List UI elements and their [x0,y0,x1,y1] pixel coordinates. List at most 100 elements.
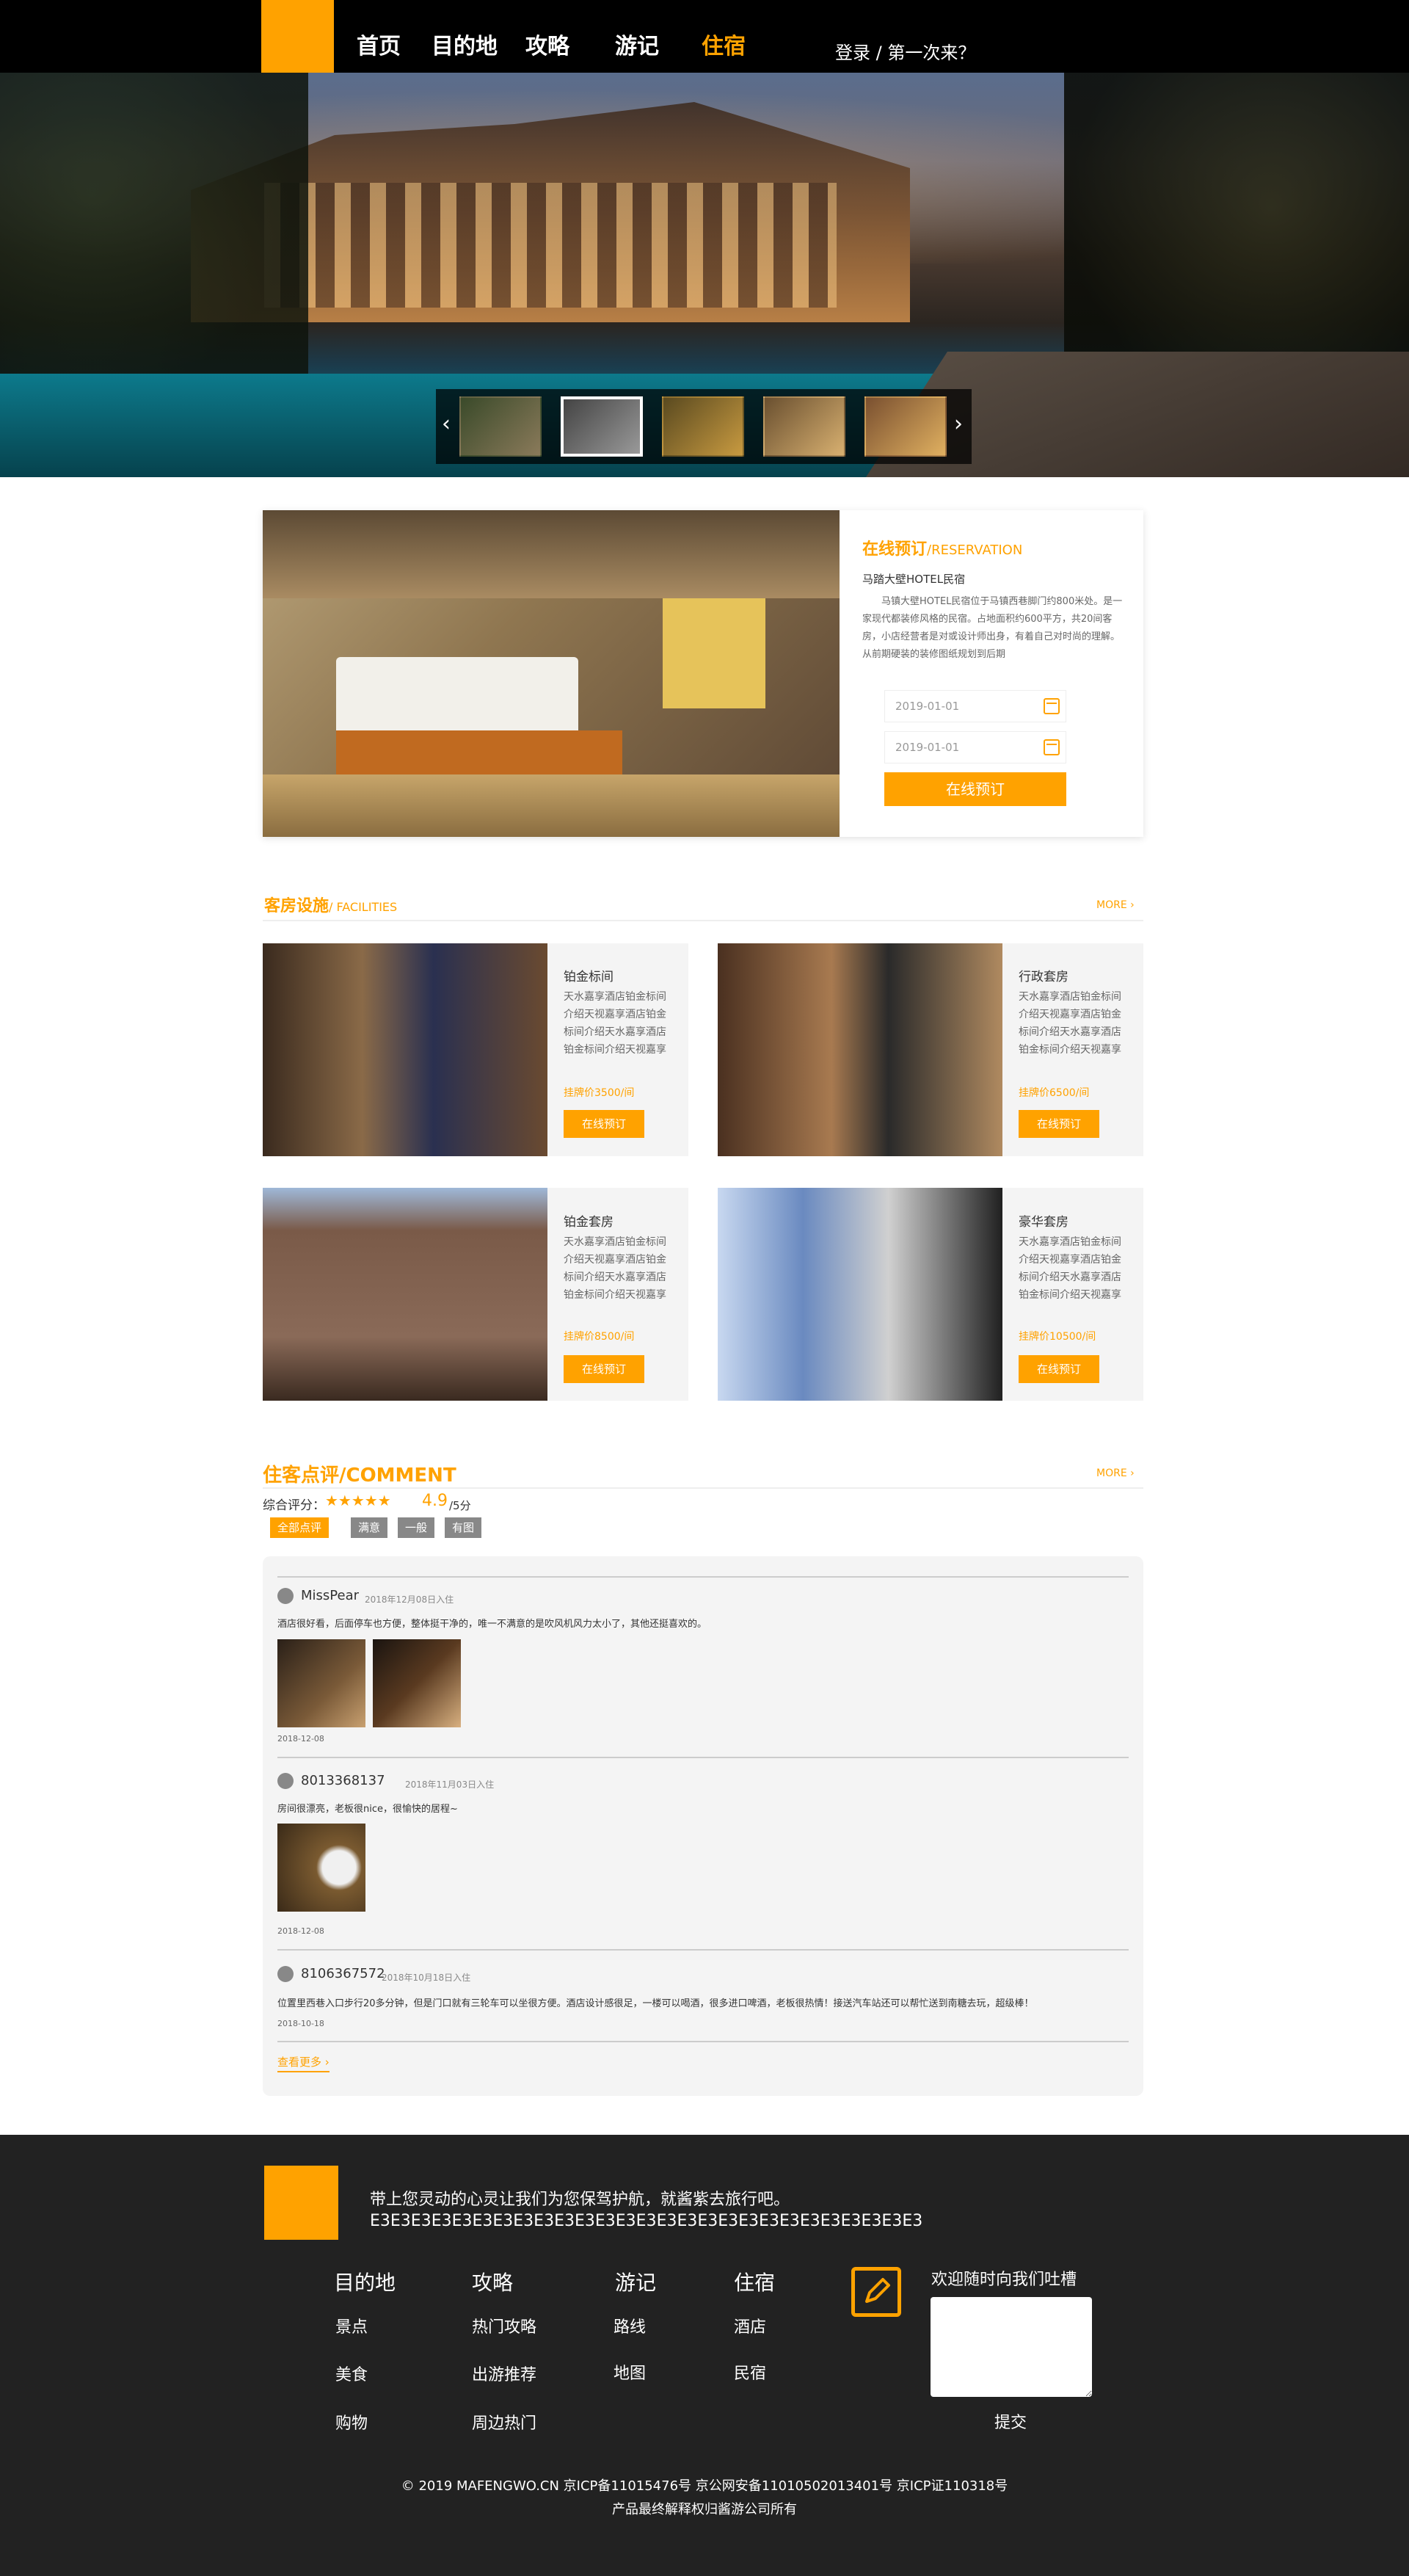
rating-score-unit: /5分 [449,1499,471,1512]
room-name: 行政套房 [1019,970,1068,984]
room-name: 铂金标间 [564,970,614,984]
room-description: 天水嘉享酒店铂金标间介绍天视嘉享酒店铂金标间介绍天水嘉享酒店铂金标间介绍天视嘉享… [564,991,666,1056]
hero-thumbnail-active[interactable] [561,396,643,457]
nav-item-destination[interactable]: 目的地 [432,28,498,60]
feedback-submit-button[interactable]: 提交 [994,2409,1027,2433]
rating-label: 综合评分： [263,1498,325,1513]
comment-date: 2018-12-08 [277,1734,324,1744]
room-book-button[interactable]: 在线预订 [1019,1355,1099,1383]
calendar-icon[interactable] [1044,698,1060,714]
room-image [263,1188,547,1401]
comment-stay-date: 2018年12月08日入住 [365,1594,454,1605]
comment-user[interactable]: 8106367572 [301,1966,385,1981]
chevron-left-icon[interactable]: ‹ [442,411,451,437]
filter-with-photos[interactable]: 有图 [445,1517,482,1538]
site-logo[interactable] [261,0,334,73]
facilities-title: 客房设施/ FACILITIES [264,897,398,915]
hero-thumbnail[interactable] [662,396,744,457]
hero-thumbnail-strip: ‹ › [436,389,972,464]
user-avatar-icon [277,1966,294,1982]
hotel-name: 马踏大壁HOTEL民宿 [862,573,966,586]
checkout-date-value: 2019-01-01 [895,741,960,754]
room-book-button[interactable]: 在线预订 [564,1355,644,1383]
comment-user[interactable]: 8013368137 [301,1773,385,1788]
room-book-button[interactable]: 在线预订 [1019,1110,1099,1138]
filter-all[interactable]: 全部点评 [270,1517,330,1538]
footer-slogan: 带上您灵动的心灵让我们为您保驾护航，就酱紫去旅行吧。 [370,2191,790,2209]
footer-link[interactable]: 民宿 [734,2360,766,2384]
chevron-right-icon[interactable]: › [954,411,963,437]
footer-link[interactable]: 热门攻略 [472,2314,536,2337]
footer-link[interactable]: 地图 [614,2360,646,2384]
calendar-icon[interactable] [1044,739,1060,755]
rating-score: 4.9 [422,1492,448,1510]
reserve-button[interactable]: 在线预订 [884,772,1066,806]
room-carpet [263,774,840,837]
see-more-comments-link[interactable]: 查看更多 › [277,2054,330,2072]
footer-link[interactable]: 购物 [335,2410,368,2434]
hero-thumbnail[interactable] [864,396,947,457]
facilities-divider [263,920,1143,921]
comment-stay-date: 2018年11月03日入住 [405,1779,495,1790]
filter-average[interactable]: 一般 [398,1517,435,1538]
checkout-date-input[interactable]: 2019-01-01 [884,731,1066,763]
room-price: 挂牌价8500/间 [564,1331,635,1343]
room-ceiling [263,510,840,598]
comment-divider [277,1757,1129,1758]
comment-text: 房间很漂亮，老板很nice，很愉快的居程~ [277,1804,458,1815]
comment-text: 酒店很好看，后面停车也方便，整体挺干净的，唯一不满意的是吹风机风力太小了，其他还… [277,1619,707,1630]
comment-photo[interactable] [277,1639,365,1727]
comment-user[interactable]: MissPear [301,1588,359,1603]
login-link[interactable]: 登录 / 第一次来？ [835,38,975,64]
comments-divider [263,1487,1143,1489]
footer-link[interactable]: 景点 [335,2314,368,2337]
room-wall-art [663,598,765,708]
comment-date: 2018-10-18 [277,2019,324,2028]
room-book-button[interactable]: 在线预订 [564,1110,644,1138]
checkin-date-input[interactable]: 2019-01-01 [884,690,1066,722]
room-image [263,943,547,1156]
footer-logo [264,2166,338,2240]
room-description: 天水嘉享酒店铂金标间介绍天视嘉享酒店铂金标间介绍天水嘉享酒店铂金标间介绍天视嘉享… [1019,1236,1121,1301]
comment-photo[interactable] [373,1639,461,1727]
room-price: 挂牌价10500/间 [1019,1331,1096,1343]
room-price: 挂牌价6500/间 [1019,1087,1090,1099]
comment-divider [277,2041,1129,2042]
comments-more-link[interactable]: MORE › [1096,1467,1135,1479]
room-price: 挂牌价3500/间 [564,1087,635,1099]
feedback-textarea[interactable] [931,2297,1092,2397]
nav-item-home[interactable]: 首页 [357,28,401,60]
hero-thumbnail[interactable] [763,396,845,457]
footer-link[interactable]: 美食 [335,2362,368,2385]
room-name: 豪华套房 [1019,1215,1068,1230]
nav-item-lodging[interactable]: 住宿 [702,28,746,60]
room-name: 铂金套房 [564,1215,614,1230]
hero-building-lights [264,183,837,308]
nav-item-guides[interactable]: 攻略 [525,28,569,60]
comment-divider [277,1576,1129,1578]
comment-text: 位置里西巷入口步行20多分钟，但是门口就有三轮车可以坐很方便。酒店设计感很足，一… [277,1998,1034,2009]
footer-col-title-lodging[interactable]: 住宿 [734,2267,775,2296]
hero-thumbnail[interactable] [459,396,542,457]
reservation-title: 在线预订/RESERVATION [862,540,1023,559]
footer-col-title-destination[interactable]: 目的地 [334,2267,396,2296]
comment-divider [277,1949,1129,1951]
footer-link[interactable]: 路线 [614,2314,646,2337]
footer-col-title-travelogue[interactable]: 游记 [615,2267,656,2296]
footer-col-title-guides[interactable]: 攻略 [472,2267,513,2296]
footer-link[interactable]: 酒店 [734,2314,766,2337]
footer-code: E3E3E3E3E3E3E3E3E3E3E3E3E3E3E3E3E3E3E3E3… [370,2212,923,2230]
footer-link[interactable]: 出游推荐 [472,2362,536,2385]
filter-satisfied[interactable]: 满意 [351,1517,388,1538]
facilities-more-link[interactable]: MORE › [1096,899,1135,911]
footer-rights: 产品最终解释权归酱游公司所有 [612,2502,797,2517]
room-description: 天水嘉享酒店铂金标间介绍天视嘉享酒店铂金标间介绍天水嘉享酒店铂金标间介绍天视嘉享… [564,1236,666,1301]
footer-link[interactable]: 周边热门 [472,2410,536,2434]
user-avatar-icon [277,1588,294,1604]
reservation-room-image [263,510,840,837]
comments-list [263,1556,1143,2096]
checkin-date-value: 2019-01-01 [895,700,960,713]
nav-item-travelogue[interactable]: 游记 [615,28,659,60]
comment-photo[interactable] [277,1824,365,1912]
comments-title: 住客点评/COMMENT [263,1465,456,1487]
